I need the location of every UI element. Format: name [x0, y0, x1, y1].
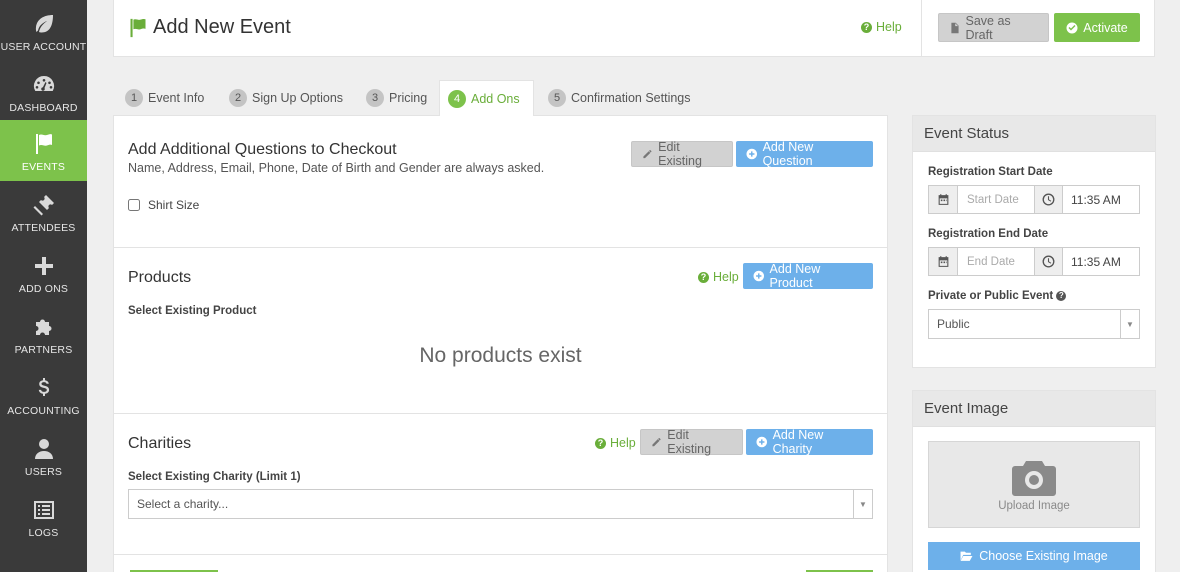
- sidebar-item-logs[interactable]: Logs: [0, 486, 87, 547]
- save-draft-button[interactable]: Save as Draft: [938, 13, 1049, 42]
- clock-icon: [1034, 248, 1063, 275]
- sidebar-item-user-account[interactable]: User Account: [0, 0, 87, 61]
- sidebar: User Account Dashboard Events Attendees …: [0, 0, 87, 572]
- add-new-charity-button[interactable]: Add New Charity: [746, 428, 873, 456]
- question-circle-icon[interactable]: ?: [1056, 290, 1067, 301]
- sidebar-item-label: Partners: [14, 344, 73, 356]
- plus-circle-icon: [746, 148, 758, 160]
- sidebar-item-users[interactable]: Users: [0, 425, 87, 486]
- tab-confirmation-settings[interactable]: 5 Confirmation Settings: [540, 80, 699, 116]
- ticket-icon: [31, 192, 57, 218]
- caret-down-icon: ▼: [853, 490, 872, 518]
- dashboard-icon: [31, 72, 57, 98]
- list-icon: [31, 497, 57, 523]
- tab-sign-up-options[interactable]: 2 Sign Up Options: [221, 80, 351, 116]
- page-title: Add New Event: [128, 16, 291, 39]
- sidebar-item-accounting[interactable]: Accounting: [0, 364, 87, 425]
- leaf-icon: [31, 11, 57, 37]
- question-circle-icon: ?: [698, 271, 709, 283]
- visibility-label: Private or Public Event?: [928, 290, 1067, 302]
- questions-subtitle: Name, Address, Email, Phone, Date of Bir…: [128, 161, 545, 175]
- dollar-icon: [31, 375, 57, 401]
- puzzle-icon: [31, 314, 57, 340]
- questions-title: Add Additional Questions to Checkout: [128, 141, 397, 158]
- calendar-icon: [929, 186, 958, 213]
- add-new-question-button[interactable]: Add New Question: [736, 140, 873, 168]
- tab-add-ons[interactable]: 4 Add Ons: [439, 80, 534, 116]
- sidebar-item-label: Add Ons: [18, 283, 69, 295]
- charities-title: Charities: [128, 435, 192, 452]
- tab-event-info[interactable]: 1 Event Info: [117, 80, 212, 116]
- user-icon: [31, 436, 57, 462]
- registration-start-label: Registration Start Date: [928, 166, 1053, 178]
- shirt-size-checkbox[interactable]: [128, 199, 140, 211]
- sidebar-item-label: Attendees: [11, 222, 76, 234]
- sidebar-item-dashboard[interactable]: Dashboard: [0, 61, 87, 122]
- question-circle-icon: ?: [861, 21, 872, 33]
- sidebar-item-label: Users: [24, 466, 63, 478]
- pencil-icon: [652, 438, 661, 447]
- upload-image-area[interactable]: Upload Image: [928, 441, 1140, 528]
- visibility-select[interactable]: Public ▼: [928, 309, 1140, 339]
- products-title: Products: [128, 269, 192, 286]
- plus-icon: [31, 253, 57, 279]
- products-help-link[interactable]: ? Help: [698, 270, 739, 284]
- header-divider: [921, 0, 922, 57]
- end-date-input[interactable]: End Date: [958, 248, 1034, 275]
- sidebar-item-events[interactable]: Events: [0, 120, 87, 181]
- flag-icon: [130, 18, 146, 37]
- add-ons-panel: Add Additional Questions to Checkout Nam…: [113, 115, 888, 572]
- file-icon: [951, 22, 959, 33]
- sidebar-item-add-ons[interactable]: Add Ons: [0, 242, 87, 303]
- sidebar-item-label: Accounting: [7, 405, 80, 417]
- questions-section: Add Additional Questions to Checkout Nam…: [114, 116, 887, 247]
- edit-existing-questions-button[interactable]: Edit Existing: [631, 140, 733, 168]
- folder-open-icon: [960, 551, 973, 561]
- choose-existing-image-button[interactable]: Choose Existing Image: [928, 542, 1140, 570]
- event-status-title: Event Status: [913, 116, 1155, 152]
- shirt-size-option[interactable]: Shirt Size: [128, 198, 199, 212]
- flag-icon: [31, 131, 57, 157]
- camera-icon: [1012, 461, 1056, 496]
- calendar-icon: [929, 248, 958, 275]
- event-status-panel: Event Status Registration Start Date Sta…: [912, 115, 1156, 368]
- plus-circle-icon: [753, 270, 765, 282]
- sidebar-item-partners[interactable]: Partners: [0, 303, 87, 364]
- tab-pricing[interactable]: 3 Pricing: [358, 80, 435, 116]
- end-time-input[interactable]: 11:35 AM: [1063, 248, 1139, 275]
- start-date-input[interactable]: Start Date: [958, 186, 1034, 213]
- no-products-message: No products exist: [419, 344, 582, 367]
- select-existing-charity-label: Select Existing Charity (Limit 1): [128, 471, 301, 483]
- event-image-title: Event Image: [913, 391, 1155, 427]
- pencil-icon: [643, 150, 652, 159]
- sidebar-item-label: Events: [21, 161, 66, 173]
- add-new-product-button[interactable]: Add New Product: [743, 262, 873, 290]
- charities-help-link[interactable]: ? Help: [595, 436, 636, 450]
- sidebar-item-attendees[interactable]: Attendees: [0, 181, 87, 242]
- charities-section: Charities ? Help Edit Existing Add New C…: [114, 414, 887, 554]
- question-circle-icon: ?: [595, 437, 606, 449]
- start-time-input[interactable]: 11:35 AM: [1063, 186, 1139, 213]
- caret-down-icon: ▼: [1120, 310, 1139, 338]
- registration-start-datetime: Start Date 11:35 AM: [928, 185, 1140, 214]
- sidebar-item-label: User Account: [0, 41, 87, 53]
- event-image-panel: Event Image Upload Image Choose Existing…: [912, 390, 1156, 572]
- activate-button[interactable]: Activate: [1054, 13, 1140, 42]
- clock-icon: [1034, 186, 1063, 213]
- page-header: Add New Event ? Help Save as Draft Activ…: [113, 0, 1155, 57]
- products-section: Products ? Help Add New Product Select E…: [114, 248, 887, 413]
- registration-end-datetime: End Date 11:35 AM: [928, 247, 1140, 276]
- select-existing-product-label: Select Existing Product: [128, 305, 257, 317]
- sidebar-item-label: Dashboard: [9, 102, 78, 114]
- plus-circle-icon: [756, 436, 768, 448]
- edit-existing-charities-button[interactable]: Edit Existing: [640, 428, 743, 456]
- charity-select[interactable]: Select a charity... ▼: [128, 489, 873, 519]
- section-divider: [114, 554, 887, 555]
- header-help-link[interactable]: ? Help: [861, 20, 902, 34]
- sidebar-item-label: Logs: [28, 527, 59, 539]
- check-circle-icon: [1066, 22, 1078, 33]
- registration-end-label: Registration End Date: [928, 228, 1049, 240]
